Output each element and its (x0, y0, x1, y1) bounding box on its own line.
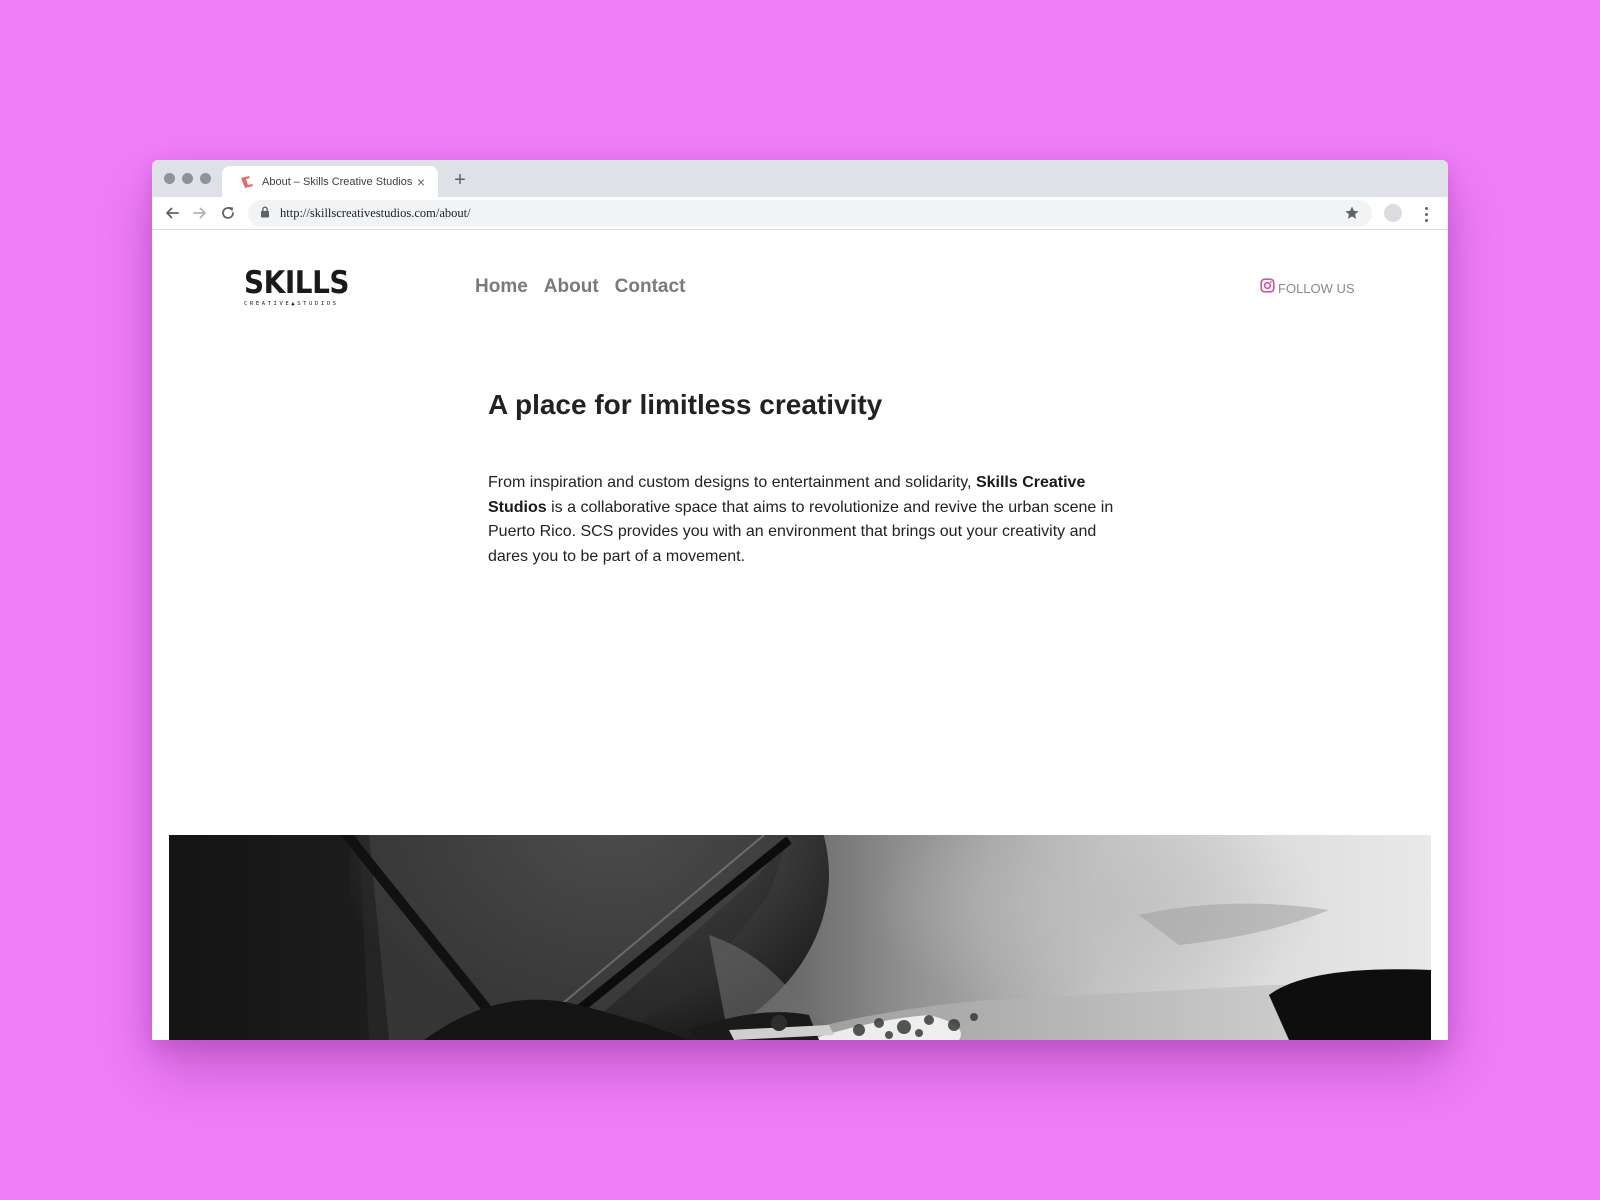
intro-text-start: From inspiration and custom designs to e… (488, 474, 976, 491)
url-text: http://skillscreativestudios.com/about/ (280, 206, 471, 220)
nav-about-link[interactable]: About (544, 276, 599, 298)
site-favicon-icon (240, 175, 256, 189)
bookmark-star-icon[interactable] (1344, 205, 1360, 221)
follow-us-label: FOLLOW US (1278, 280, 1355, 296)
follow-us-link[interactable]: FOLLOW US (1260, 278, 1355, 298)
page-headline: A place for limitless creativity (488, 389, 883, 420)
tab-close-icon[interactable]: × (414, 174, 428, 190)
hero-photo-illustration (340, 835, 1431, 1040)
tab-about[interactable]: About – Skills Creative Studios × (222, 166, 438, 197)
intro-paragraph: From inspiration and custom designs to e… (488, 471, 1118, 569)
intro-text-end: is a collaborative space that aims to re… (488, 498, 1114, 565)
close-window-button[interactable] (164, 173, 175, 184)
forward-icon[interactable] (188, 201, 212, 225)
logo-tagline: CREATIVE▲STUDIOS (244, 301, 339, 307)
back-icon[interactable] (160, 201, 184, 225)
browser-menu-icon[interactable] (1418, 203, 1434, 225)
browser-toolbar: http://skillscreativestudios.com/about/ (152, 197, 1448, 230)
zoom-window-button[interactable] (200, 173, 211, 184)
nav-contact-link[interactable]: Contact (615, 276, 686, 298)
tab-bar: About – Skills Creative Studios × + (152, 160, 1448, 197)
instagram-icon (1260, 278, 1275, 298)
tab-title: About – Skills Creative Studios (262, 175, 413, 188)
minimize-window-button[interactable] (182, 173, 193, 184)
nav-home-link[interactable]: Home (475, 276, 528, 298)
site-logo[interactable]: SKILLS CREATIVE▲STUDIOS (244, 265, 350, 314)
new-tab-button[interactable]: + (448, 168, 472, 192)
web-page: SKILLS CREATIVE▲STUDIOS Home About Conta… (152, 231, 1448, 1040)
main-nav: Home About Contact (475, 276, 685, 298)
browser-window: About – Skills Creative Studios × + http… (152, 160, 1448, 1040)
address-bar[interactable]: http://skillscreativestudios.com/about/ (248, 200, 1372, 227)
profile-avatar[interactable] (1384, 204, 1402, 222)
reload-icon[interactable] (216, 201, 240, 225)
hero-tattoo-photo (169, 835, 1431, 1040)
logo-wordmark: SKILLS (244, 265, 350, 301)
window-controls (164, 173, 211, 184)
lock-icon (260, 205, 270, 223)
